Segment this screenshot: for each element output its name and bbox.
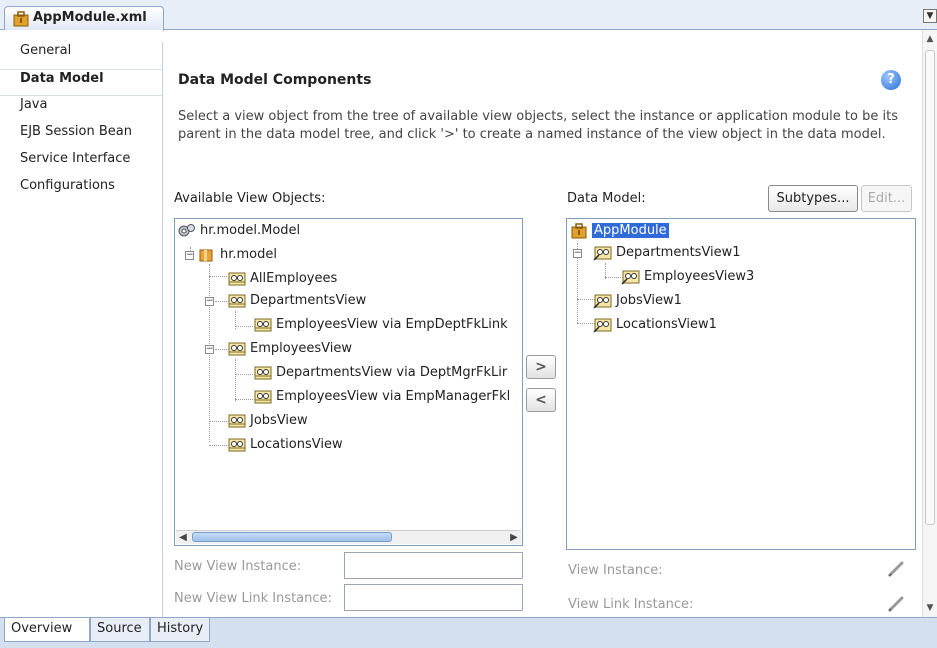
tree-node-departmentsview-via-deptmgrfklink[interactable]: DepartmentsView via DeptMgrFkLir	[253, 363, 507, 385]
add-instance-button[interactable]: >	[526, 355, 556, 379]
tree-connector	[209, 276, 227, 277]
tab-overview[interactable]: Overview	[4, 618, 90, 642]
scroll-up-icon[interactable]: ▲	[923, 32, 937, 46]
remove-instance-button[interactable]: <	[526, 388, 556, 412]
scrollbar-thumb[interactable]	[192, 532, 392, 542]
tree-connector	[235, 399, 253, 400]
tab-history[interactable]: History	[150, 618, 210, 642]
tree-node-locationsview1[interactable]: LocationsView1	[593, 315, 717, 337]
horizontal-scrollbar[interactable]: ◀ ▶	[176, 530, 521, 544]
package-icon	[199, 249, 213, 262]
tree-node-employeesview-via-empmanagerfklink[interactable]: EmployeesView via EmpManagerFkl	[253, 387, 510, 409]
tree-node-hr-model[interactable]: hr.model	[197, 245, 277, 267]
tree-connector	[235, 374, 253, 375]
data-model-tree[interactable]: AppModule − DepartmentsView1 EmployeesVi…	[566, 218, 916, 550]
overview-navigation: General Data Model Java EJB Session Bean…	[0, 42, 163, 617]
page-title: Data Model Components	[178, 72, 372, 88]
view-object-icon	[254, 390, 272, 404]
data-model-panel: Data Model Components ? Select a view ob…	[164, 30, 922, 617]
tree-node-appmodule[interactable]: AppModule	[569, 221, 669, 243]
collapse-icon[interactable]: −	[205, 297, 214, 306]
tree-connector	[215, 349, 227, 350]
view-instance-icon	[593, 294, 612, 309]
view-instance-label: View Instance:	[568, 563, 663, 578]
available-view-objects-tree[interactable]: hr.model.Model − hr.model AllEmployees −…	[174, 218, 523, 546]
new-view-instance-field[interactable]	[344, 552, 523, 579]
scroll-right-icon[interactable]: ▶	[507, 531, 521, 544]
tree-node-hr-model-model[interactable]: hr.model.Model	[177, 221, 300, 243]
tree-node-employeesview3[interactable]: EmployeesView3	[621, 267, 754, 289]
tree-node-locationsview[interactable]: LocationsView	[227, 435, 343, 457]
view-object-icon	[228, 438, 246, 452]
new-view-link-instance-label: New View Link Instance:	[174, 591, 332, 606]
view-object-icon	[228, 342, 246, 356]
tab-source[interactable]: Source	[90, 618, 150, 642]
available-view-objects-label: Available View Objects:	[174, 191, 326, 206]
application-module-icon	[13, 11, 29, 27]
instructions-text: Select a view object from the tree of av…	[178, 109, 898, 142]
data-model-label: Data Model:	[567, 191, 646, 206]
scroll-down-icon[interactable]: ▼	[923, 601, 937, 615]
project-gears-icon	[178, 224, 195, 237]
tab-list-dropdown-icon[interactable]: ▼	[923, 9, 937, 23]
nav-item-java[interactable]: Java	[0, 96, 162, 123]
tree-node-allemployees[interactable]: AllEmployees	[227, 269, 337, 291]
tree-connector	[235, 326, 253, 327]
collapse-icon[interactable]: −	[573, 249, 582, 258]
view-instance-icon	[593, 246, 612, 261]
tree-connector	[605, 277, 621, 278]
view-link-instance-label: View Link Instance:	[568, 597, 694, 612]
view-object-icon	[228, 272, 246, 286]
editor-tab-bar: AppModule.xml ▼	[0, 0, 937, 31]
edit-pencil-icon[interactable]	[886, 557, 908, 579]
edit-pencil-icon[interactable]	[886, 592, 908, 614]
tree-connector	[215, 301, 227, 302]
nav-item-service-interface[interactable]: Service Interface	[0, 150, 162, 177]
tree-connector	[209, 421, 227, 422]
nav-item-ejb-session-bean[interactable]: EJB Session Bean	[0, 123, 162, 150]
subtypes-button[interactable]: Subtypes...	[768, 185, 858, 212]
tree-node-departmentsview[interactable]: DepartmentsView	[227, 291, 366, 313]
tree-connector	[235, 359, 236, 401]
help-icon[interactable]: ?	[881, 70, 901, 90]
scrollbar-thumb[interactable]	[925, 50, 935, 525]
new-view-link-instance-field[interactable]	[344, 584, 523, 611]
collapse-icon[interactable]: −	[185, 251, 194, 260]
view-object-icon	[254, 318, 272, 332]
nav-item-configurations[interactable]: Configurations	[0, 177, 162, 204]
tree-node-employeesview-via-empdeptfklink[interactable]: EmployeesView via EmpDeptFkLink	[253, 315, 508, 337]
view-object-icon	[228, 294, 246, 308]
application-module-icon	[571, 223, 587, 239]
nav-item-general[interactable]: General	[0, 42, 162, 69]
view-instance-icon	[593, 318, 612, 333]
edit-button[interactable]: Edit...	[861, 185, 912, 212]
view-object-icon	[228, 414, 246, 428]
tree-node-jobsview[interactable]: JobsView	[227, 411, 308, 433]
view-instance-icon	[621, 270, 640, 285]
view-object-icon	[254, 366, 272, 380]
collapse-icon[interactable]: −	[205, 345, 214, 354]
tree-node-employeesview[interactable]: EmployeesView	[227, 339, 352, 361]
file-tab-label: AppModule.xml	[33, 10, 147, 25]
nav-top-spacer	[0, 30, 163, 42]
tree-node-departmentsview1[interactable]: DepartmentsView1	[593, 243, 741, 265]
tree-node-jobsview1[interactable]: JobsView1	[593, 291, 682, 313]
tree-connector	[209, 445, 227, 446]
new-view-instance-label: New View Instance:	[174, 559, 302, 574]
nav-item-data-model[interactable]: Data Model	[0, 69, 162, 96]
editor-bottom-tabs: Overview Source History	[0, 617, 937, 648]
file-tab[interactable]: AppModule.xml	[4, 6, 164, 31]
scroll-left-icon[interactable]: ◀	[176, 531, 190, 544]
vertical-scrollbar[interactable]: ▲ ▼	[922, 30, 937, 617]
